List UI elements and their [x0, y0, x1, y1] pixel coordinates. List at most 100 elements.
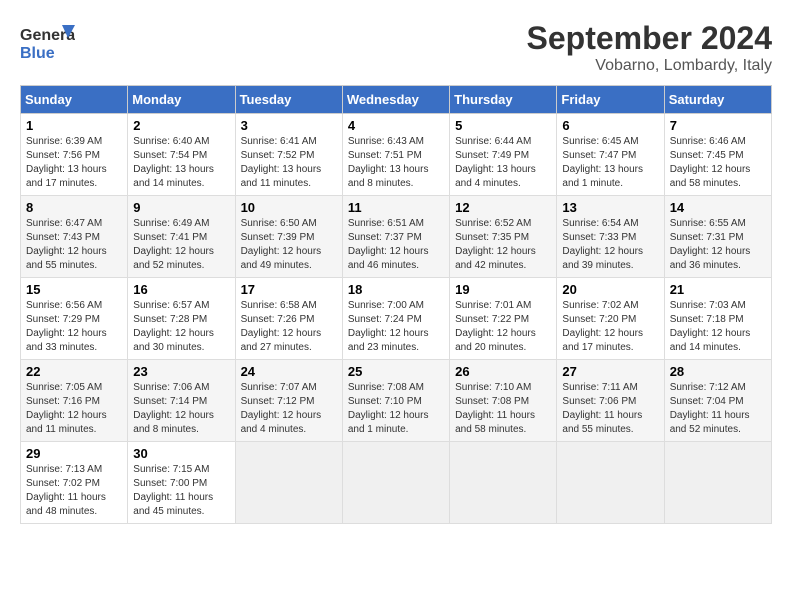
calendar-cell: 11 Sunrise: 6:51 AMSunset: 7:37 PMDaylig… — [342, 196, 449, 278]
header-row: SundayMondayTuesdayWednesdayThursdayFrid… — [21, 86, 772, 114]
calendar-cell: 9 Sunrise: 6:49 AMSunset: 7:41 PMDayligh… — [128, 196, 235, 278]
day-number: 29 — [26, 446, 122, 461]
day-number: 27 — [562, 364, 658, 379]
month-title: September 2024 — [527, 20, 772, 57]
day-number: 19 — [455, 282, 551, 297]
day-number: 11 — [348, 200, 444, 215]
day-number: 6 — [562, 118, 658, 133]
calendar-cell: 26 Sunrise: 7:10 AMSunset: 7:08 PMDaylig… — [450, 360, 557, 442]
calendar-table: SundayMondayTuesdayWednesdayThursdayFrid… — [20, 85, 772, 524]
calendar-cell: 28 Sunrise: 7:12 AMSunset: 7:04 PMDaylig… — [664, 360, 771, 442]
calendar-cell: 18 Sunrise: 7:00 AMSunset: 7:24 PMDaylig… — [342, 278, 449, 360]
day-info: Sunrise: 7:10 AMSunset: 7:08 PMDaylight:… — [455, 382, 535, 435]
day-info: Sunrise: 6:39 AMSunset: 7:56 PMDaylight:… — [26, 136, 107, 189]
day-info: Sunrise: 6:51 AMSunset: 7:37 PMDaylight:… — [348, 218, 429, 271]
col-header-monday: Monday — [128, 86, 235, 114]
calendar-cell: 20 Sunrise: 7:02 AMSunset: 7:20 PMDaylig… — [557, 278, 664, 360]
calendar-cell: 6 Sunrise: 6:45 AMSunset: 7:47 PMDayligh… — [557, 114, 664, 196]
col-header-thursday: Thursday — [450, 86, 557, 114]
col-header-wednesday: Wednesday — [342, 86, 449, 114]
calendar-cell: 14 Sunrise: 6:55 AMSunset: 7:31 PMDaylig… — [664, 196, 771, 278]
day-info: Sunrise: 6:54 AMSunset: 7:33 PMDaylight:… — [562, 218, 643, 271]
calendar-week-row: 8 Sunrise: 6:47 AMSunset: 7:43 PMDayligh… — [21, 196, 772, 278]
calendar-cell: 1 Sunrise: 6:39 AMSunset: 7:56 PMDayligh… — [21, 114, 128, 196]
page-header: General Blue September 2024 Vobarno, Lom… — [20, 20, 772, 75]
logo: General Blue — [20, 20, 74, 60]
calendar-cell: 17 Sunrise: 6:58 AMSunset: 7:26 PMDaylig… — [235, 278, 342, 360]
calendar-cell: 12 Sunrise: 6:52 AMSunset: 7:35 PMDaylig… — [450, 196, 557, 278]
day-number: 8 — [26, 200, 122, 215]
calendar-cell: 4 Sunrise: 6:43 AMSunset: 7:51 PMDayligh… — [342, 114, 449, 196]
day-info: Sunrise: 7:00 AMSunset: 7:24 PMDaylight:… — [348, 300, 429, 353]
day-info: Sunrise: 7:03 AMSunset: 7:18 PMDaylight:… — [670, 300, 751, 353]
day-info: Sunrise: 6:55 AMSunset: 7:31 PMDaylight:… — [670, 218, 751, 271]
calendar-week-row: 22 Sunrise: 7:05 AMSunset: 7:16 PMDaylig… — [21, 360, 772, 442]
day-number: 21 — [670, 282, 766, 297]
day-info: Sunrise: 7:05 AMSunset: 7:16 PMDaylight:… — [26, 382, 107, 435]
calendar-cell: 27 Sunrise: 7:11 AMSunset: 7:06 PMDaylig… — [557, 360, 664, 442]
calendar-cell: 22 Sunrise: 7:05 AMSunset: 7:16 PMDaylig… — [21, 360, 128, 442]
day-number: 3 — [241, 118, 337, 133]
calendar-cell: 8 Sunrise: 6:47 AMSunset: 7:43 PMDayligh… — [21, 196, 128, 278]
calendar-cell: 21 Sunrise: 7:03 AMSunset: 7:18 PMDaylig… — [664, 278, 771, 360]
title-block: September 2024 Vobarno, Lombardy, Italy — [527, 20, 772, 75]
location: Vobarno, Lombardy, Italy — [527, 57, 772, 75]
day-info: Sunrise: 7:06 AMSunset: 7:14 PMDaylight:… — [133, 382, 214, 435]
day-info: Sunrise: 7:02 AMSunset: 7:20 PMDaylight:… — [562, 300, 643, 353]
calendar-cell — [342, 442, 449, 524]
calendar-cell: 13 Sunrise: 6:54 AMSunset: 7:33 PMDaylig… — [557, 196, 664, 278]
day-info: Sunrise: 7:13 AMSunset: 7:02 PMDaylight:… — [26, 464, 106, 517]
day-number: 2 — [133, 118, 229, 133]
calendar-cell: 30 Sunrise: 7:15 AMSunset: 7:00 PMDaylig… — [128, 442, 235, 524]
day-number: 5 — [455, 118, 551, 133]
day-info: Sunrise: 7:08 AMSunset: 7:10 PMDaylight:… — [348, 382, 429, 435]
day-info: Sunrise: 6:56 AMSunset: 7:29 PMDaylight:… — [26, 300, 107, 353]
day-info: Sunrise: 6:50 AMSunset: 7:39 PMDaylight:… — [241, 218, 322, 271]
day-info: Sunrise: 6:45 AMSunset: 7:47 PMDaylight:… — [562, 136, 643, 189]
day-number: 9 — [133, 200, 229, 215]
calendar-cell — [235, 442, 342, 524]
day-info: Sunrise: 6:44 AMSunset: 7:49 PMDaylight:… — [455, 136, 536, 189]
day-number: 23 — [133, 364, 229, 379]
day-info: Sunrise: 6:47 AMSunset: 7:43 PMDaylight:… — [26, 218, 107, 271]
day-info: Sunrise: 6:49 AMSunset: 7:41 PMDaylight:… — [133, 218, 214, 271]
day-info: Sunrise: 7:12 AMSunset: 7:04 PMDaylight:… — [670, 382, 750, 435]
calendar-cell: 29 Sunrise: 7:13 AMSunset: 7:02 PMDaylig… — [21, 442, 128, 524]
col-header-sunday: Sunday — [21, 86, 128, 114]
day-info: Sunrise: 7:15 AMSunset: 7:00 PMDaylight:… — [133, 464, 213, 517]
col-header-saturday: Saturday — [664, 86, 771, 114]
calendar-cell: 25 Sunrise: 7:08 AMSunset: 7:10 PMDaylig… — [342, 360, 449, 442]
day-number: 17 — [241, 282, 337, 297]
day-info: Sunrise: 7:01 AMSunset: 7:22 PMDaylight:… — [455, 300, 536, 353]
day-number: 28 — [670, 364, 766, 379]
calendar-cell: 10 Sunrise: 6:50 AMSunset: 7:39 PMDaylig… — [235, 196, 342, 278]
day-info: Sunrise: 7:11 AMSunset: 7:06 PMDaylight:… — [562, 382, 642, 435]
day-number: 4 — [348, 118, 444, 133]
day-info: Sunrise: 6:46 AMSunset: 7:45 PMDaylight:… — [670, 136, 751, 189]
calendar-cell: 7 Sunrise: 6:46 AMSunset: 7:45 PMDayligh… — [664, 114, 771, 196]
day-number: 26 — [455, 364, 551, 379]
day-number: 25 — [348, 364, 444, 379]
day-number: 20 — [562, 282, 658, 297]
col-header-tuesday: Tuesday — [235, 86, 342, 114]
day-number: 18 — [348, 282, 444, 297]
day-number: 12 — [455, 200, 551, 215]
calendar-cell — [557, 442, 664, 524]
day-info: Sunrise: 6:57 AMSunset: 7:28 PMDaylight:… — [133, 300, 214, 353]
calendar-week-row: 29 Sunrise: 7:13 AMSunset: 7:02 PMDaylig… — [21, 442, 772, 524]
day-number: 16 — [133, 282, 229, 297]
day-number: 10 — [241, 200, 337, 215]
calendar-cell: 23 Sunrise: 7:06 AMSunset: 7:14 PMDaylig… — [128, 360, 235, 442]
day-info: Sunrise: 6:43 AMSunset: 7:51 PMDaylight:… — [348, 136, 429, 189]
day-number: 14 — [670, 200, 766, 215]
calendar-cell: 16 Sunrise: 6:57 AMSunset: 7:28 PMDaylig… — [128, 278, 235, 360]
calendar-cell: 19 Sunrise: 7:01 AMSunset: 7:22 PMDaylig… — [450, 278, 557, 360]
calendar-cell: 2 Sunrise: 6:40 AMSunset: 7:54 PMDayligh… — [128, 114, 235, 196]
day-number: 13 — [562, 200, 658, 215]
calendar-cell — [664, 442, 771, 524]
col-header-friday: Friday — [557, 86, 664, 114]
day-info: Sunrise: 7:07 AMSunset: 7:12 PMDaylight:… — [241, 382, 322, 435]
day-number: 22 — [26, 364, 122, 379]
day-info: Sunrise: 6:41 AMSunset: 7:52 PMDaylight:… — [241, 136, 322, 189]
calendar-cell: 24 Sunrise: 7:07 AMSunset: 7:12 PMDaylig… — [235, 360, 342, 442]
